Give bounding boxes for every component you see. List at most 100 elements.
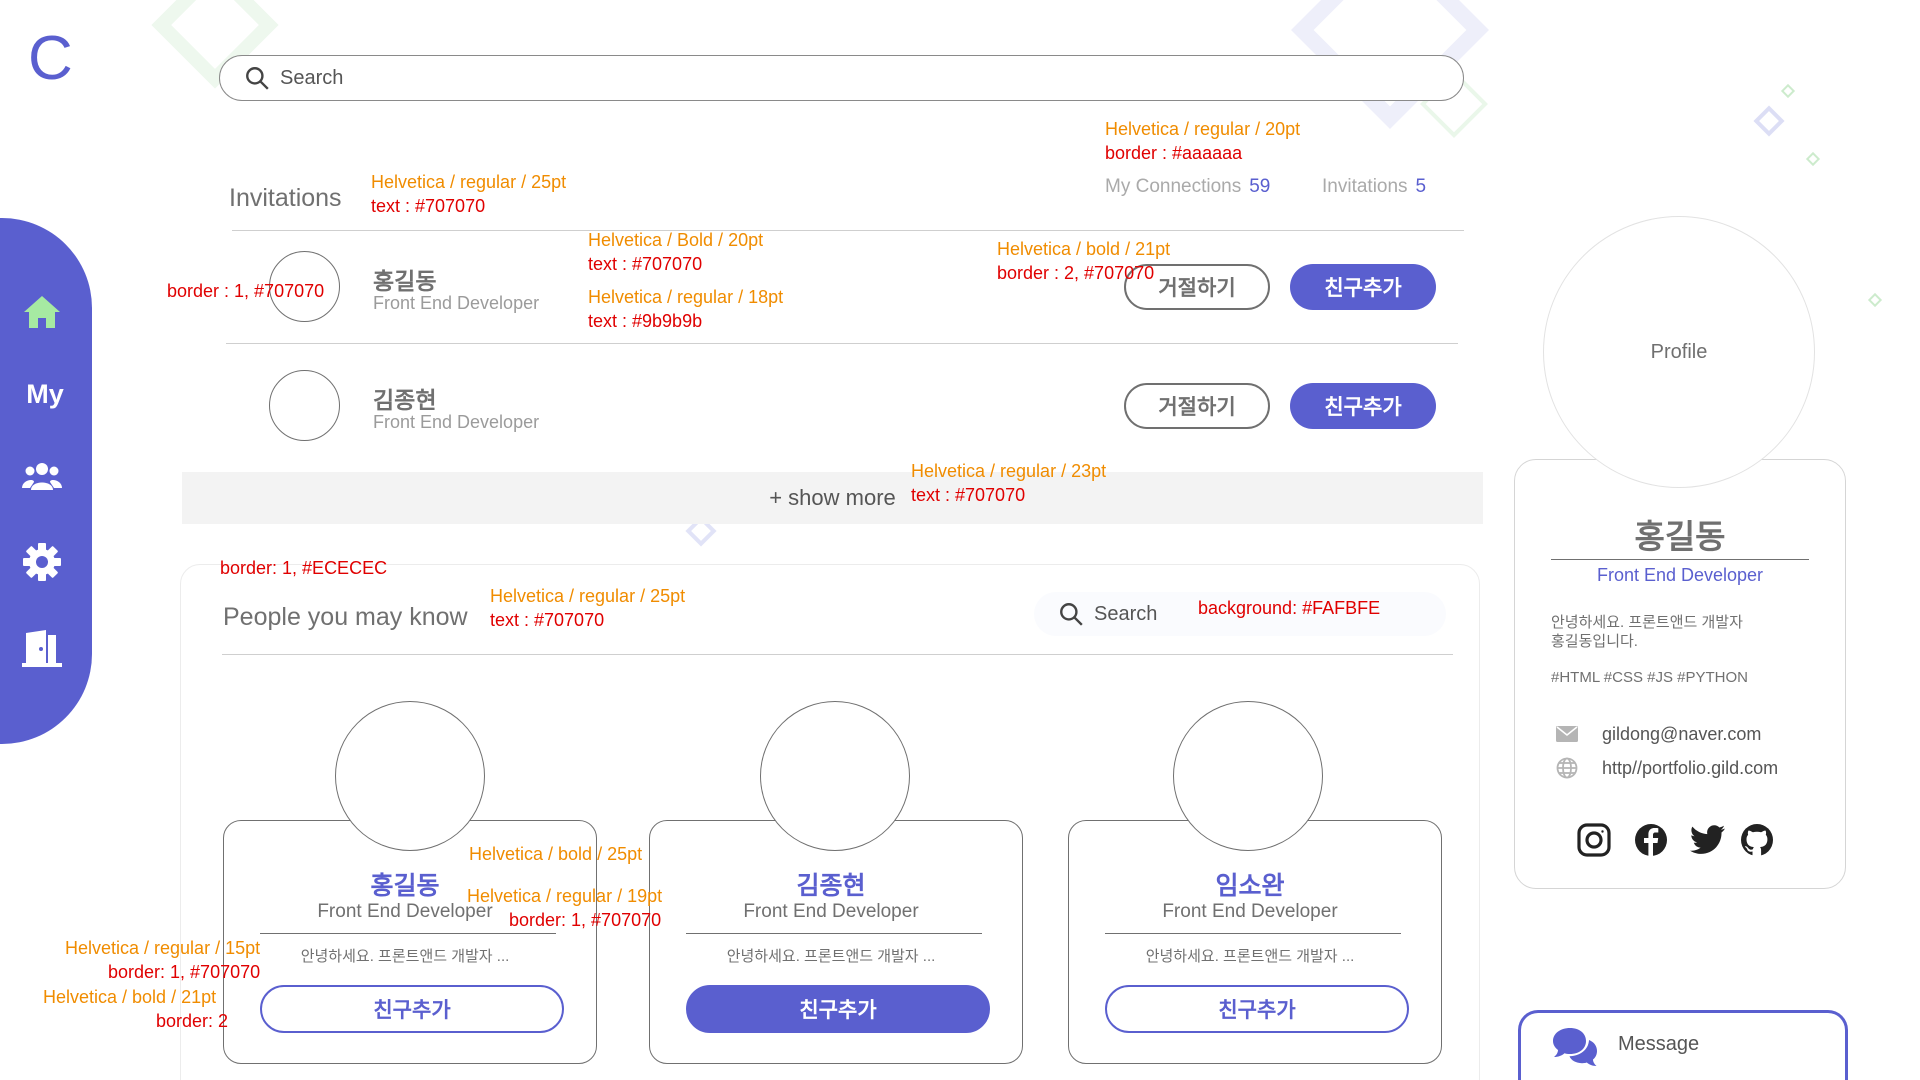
spec-style: background: #FAFBFE	[1198, 598, 1381, 618]
divider	[1551, 559, 1809, 560]
spec-font: Helvetica / regular / 19pt	[467, 886, 663, 906]
invitation-name: 김종현	[373, 387, 437, 413]
accept-button[interactable]: 친구추가	[1290, 264, 1436, 310]
message-panel[interactable]: Message	[1518, 1010, 1848, 1080]
divider	[686, 933, 982, 934]
invitations-link[interactable]: Invitations 5	[1322, 176, 1426, 198]
profile-bio-line: 홍길동입니다.	[1551, 633, 1638, 650]
twitter-icon	[1690, 825, 1725, 854]
nav-people[interactable]	[20, 454, 64, 498]
profile-bio-line: 안녕하세요. 프론트앤드 개발자	[1551, 614, 1743, 631]
home-icon	[24, 296, 60, 328]
avatar[interactable]	[335, 701, 485, 851]
app-logo[interactable]: C	[28, 28, 73, 90]
profile-email: gildong@naver.com	[1602, 723, 1762, 744]
spec-style: border: 2	[156, 1011, 229, 1031]
spec-annotation: Helvetica / regular / 19pt border: 1, #70…	[467, 884, 662, 932]
people-title: People you may know	[223, 603, 468, 631]
spec-annotation: Helvetica / bold / 21pt border : 2, #7070…	[997, 237, 1170, 285]
spec-annotation: background: #FAFBFE	[1198, 596, 1380, 620]
spec-annotation: border: 1, #ECECEC	[220, 556, 387, 580]
spec-font: Helvetica / bold / 25pt	[469, 844, 643, 864]
spec-annotation: Helvetica / regular / 20pt border : #aaaa…	[1105, 117, 1300, 165]
person-role: Front End Developer	[743, 901, 919, 922]
accept-button[interactable]: 친구추가	[1290, 383, 1436, 429]
profile-name: 홍길동	[1634, 518, 1726, 555]
person-name: 김종현	[796, 872, 866, 900]
nav-home[interactable]	[20, 290, 64, 334]
add-friend-button[interactable]: 친구추가	[686, 985, 990, 1033]
divider	[226, 343, 1458, 344]
instagram-link[interactable]	[1576, 822, 1612, 858]
spec-annotation: Helvetica / Bold / 20pt text : #707070	[588, 228, 763, 276]
spec-style: text : #707070	[588, 254, 703, 274]
add-friend-button[interactable]: 친구추가	[260, 985, 564, 1033]
person-desc: 안녕하세요. 프론트앤드 개발자 ...	[726, 948, 936, 965]
nav-settings[interactable]	[20, 540, 64, 584]
twitter-link[interactable]	[1690, 822, 1726, 858]
spec-font: Helvetica / bold / 21pt	[997, 239, 1171, 259]
person-name: 임소완	[1215, 872, 1285, 900]
instagram-icon	[1577, 823, 1611, 857]
my-connections-label: My Connections	[1105, 176, 1242, 197]
profile-tags: #HTML #CSS #JS #PYTHON	[1551, 669, 1748, 686]
website-row[interactable]: http//portfolio.gild.com	[1554, 757, 1778, 779]
spec-annotation: Helvetica / regular / 25pt text : #707070	[371, 170, 566, 218]
divider	[222, 654, 1453, 655]
spec-font: Helvetica / regular / 25pt	[371, 172, 567, 192]
spec-font: Helvetica / Bold / 20pt	[588, 230, 764, 250]
profile-photo[interactable]: Profile	[1543, 216, 1815, 488]
sidebar: My	[0, 218, 92, 744]
spec-annotation: Helvetica / regular / 15pt border: 1, #70…	[65, 936, 260, 984]
profile-photo-label: Profile	[1650, 340, 1708, 363]
search-bar[interactable]: Search	[219, 55, 1464, 101]
person-desc: 안녕하세요. 프론트앤드 개발자 ...	[300, 948, 510, 965]
globe-icon	[1554, 757, 1580, 779]
show-more-button[interactable]: + show more	[182, 472, 1483, 524]
spec-style: text : #707070	[490, 610, 605, 630]
spec-font: Helvetica / bold / 21pt	[43, 987, 217, 1007]
profile-role: Front End Developer	[1596, 565, 1764, 585]
person-role: Front End Developer	[1162, 901, 1338, 922]
background-diamond	[1805, 151, 1821, 167]
spec-style: text : #9b9b9b	[588, 311, 703, 331]
spec-font: Helvetica / regular / 18pt	[588, 287, 784, 307]
avatar[interactable]	[269, 370, 340, 441]
background-diamond	[1867, 292, 1883, 308]
divider	[232, 230, 1464, 231]
github-link[interactable]	[1739, 822, 1775, 858]
people-icon	[22, 463, 62, 490]
avatar[interactable]	[760, 701, 910, 851]
avatar[interactable]	[1173, 701, 1323, 851]
nav-my[interactable]: My	[20, 372, 70, 416]
nav-my-label: My	[26, 378, 64, 409]
message-label: Message	[1618, 1033, 1700, 1055]
reject-button[interactable]: 거절하기	[1124, 383, 1270, 429]
people-search-placeholder: Search	[1094, 602, 1158, 625]
spec-annotation: Helvetica / bold / 25pt	[469, 842, 642, 866]
spec-style: border : 2, #707070	[997, 263, 1155, 283]
search-icon	[246, 67, 269, 90]
invitation-name: 홍길동	[373, 268, 437, 294]
my-connections-link[interactable]: My Connections 59	[1105, 176, 1270, 198]
facebook-link[interactable]	[1633, 822, 1669, 858]
divider	[260, 933, 556, 934]
search-placeholder: Search	[280, 66, 344, 89]
invitations-count: 5	[1415, 176, 1427, 197]
spec-style: text : #707070	[911, 485, 1026, 505]
invitations-title: Invitations	[229, 184, 342, 212]
background-diamond	[1753, 105, 1785, 137]
spec-style: border: 1, #ECECEC	[220, 558, 388, 578]
person-desc: 안녕하세요. 프론트앤드 개발자 ...	[1145, 948, 1355, 965]
spec-annotation: Helvetica / regular / 25pt text : #707070	[490, 584, 685, 632]
add-friend-button[interactable]: 친구추가	[1105, 985, 1409, 1033]
spec-font: Helvetica / regular / 15pt	[65, 938, 261, 958]
spec-annotation: Helvetica / regular / 23pt text : #707070	[911, 459, 1106, 507]
facebook-icon	[1635, 824, 1667, 857]
gear-icon	[23, 543, 61, 581]
chat-icon	[1553, 1028, 1597, 1066]
email-row[interactable]: gildong@naver.com	[1554, 723, 1761, 745]
spec-style: border : 1, #707070	[167, 281, 325, 301]
nav-logout[interactable]	[20, 626, 64, 670]
spec-font: Helvetica / regular / 25pt	[490, 586, 686, 606]
